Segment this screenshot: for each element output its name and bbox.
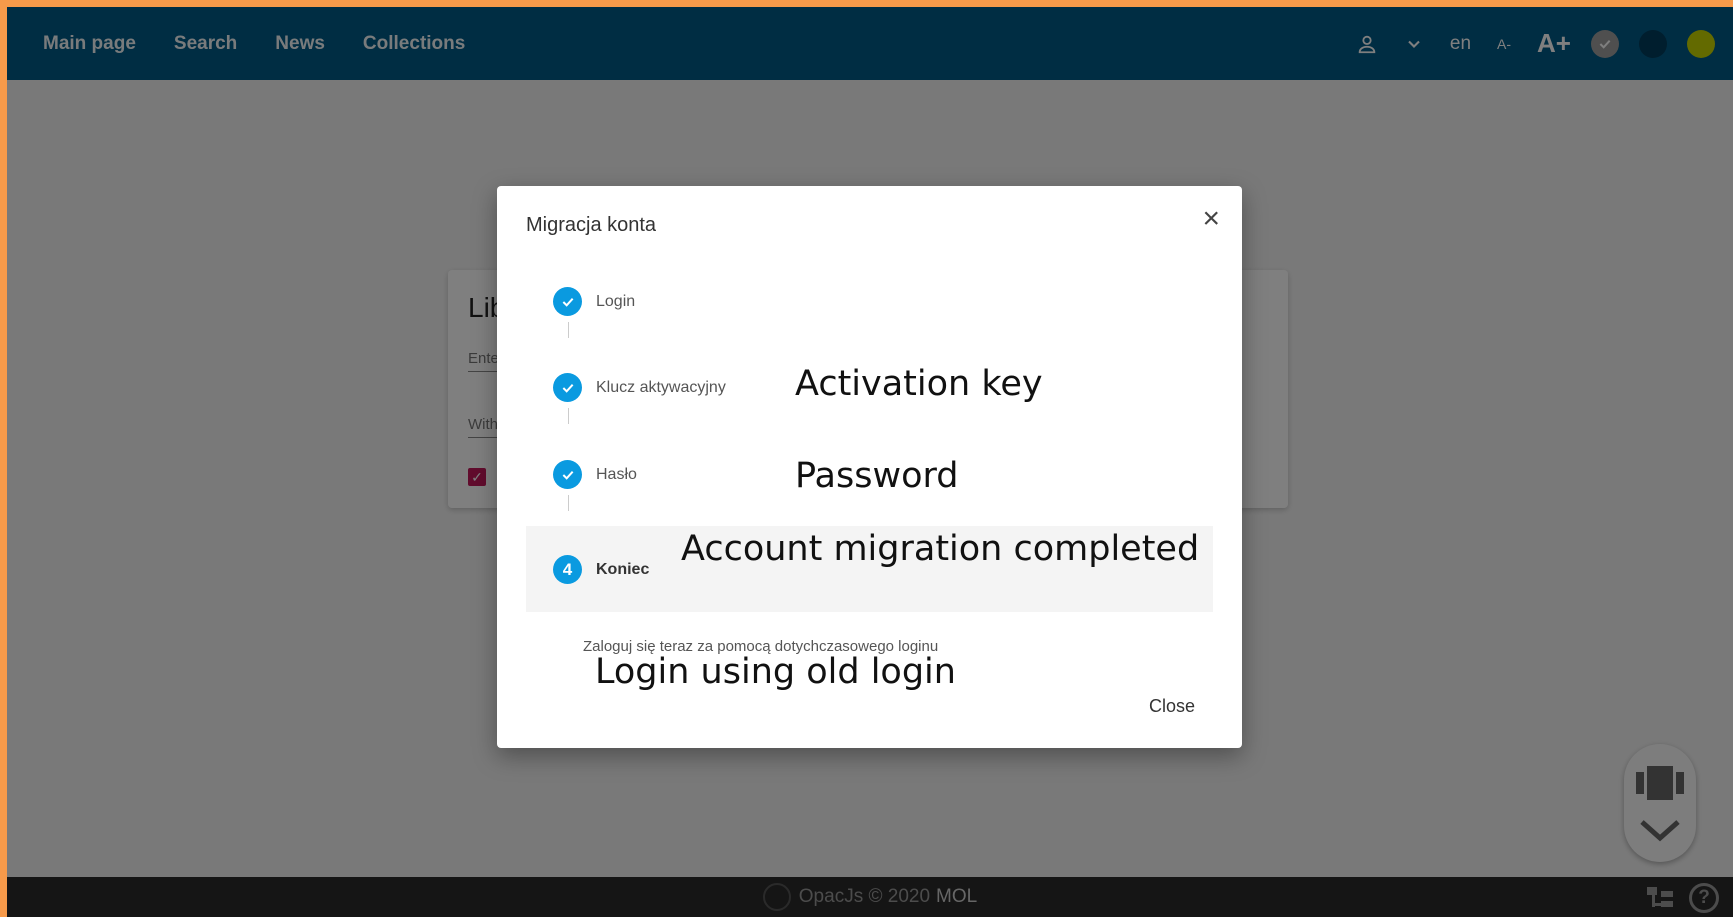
step-connector — [568, 408, 569, 424]
step-label: Klucz aktywacyjny — [596, 378, 726, 396]
annotation-password: Password — [795, 456, 959, 496]
annotation-completed: Account migration completed — [681, 529, 1200, 569]
close-icon[interactable]: × — [1202, 204, 1220, 234]
step-connector — [568, 322, 569, 338]
dialog-title: Migracja konta — [526, 214, 657, 236]
app-frame: Main page Search News Collections en A- … — [7, 7, 1733, 917]
step-finish[interactable]: 4 Koniec — [553, 555, 649, 584]
close-button[interactable]: Close — [1149, 696, 1195, 717]
step-label: Hasło — [596, 465, 637, 483]
account-migration-dialog: Migracja konta × Login Klucz aktywacyjny… — [497, 186, 1242, 748]
step-connector — [568, 495, 569, 511]
step-activation-key[interactable]: Klucz aktywacyjny — [553, 373, 726, 402]
check-icon — [553, 373, 582, 402]
step-label: Login — [596, 292, 636, 310]
annotation-activation-key: Activation key — [795, 364, 1043, 404]
step-label: Koniec — [596, 560, 650, 578]
annotation-login-hint: Login using old login — [595, 652, 956, 692]
step-number: 4 — [553, 555, 582, 584]
check-icon — [553, 460, 582, 489]
step-login[interactable]: Login — [553, 287, 635, 316]
step-password[interactable]: Hasło — [553, 460, 637, 489]
check-icon — [553, 287, 582, 316]
